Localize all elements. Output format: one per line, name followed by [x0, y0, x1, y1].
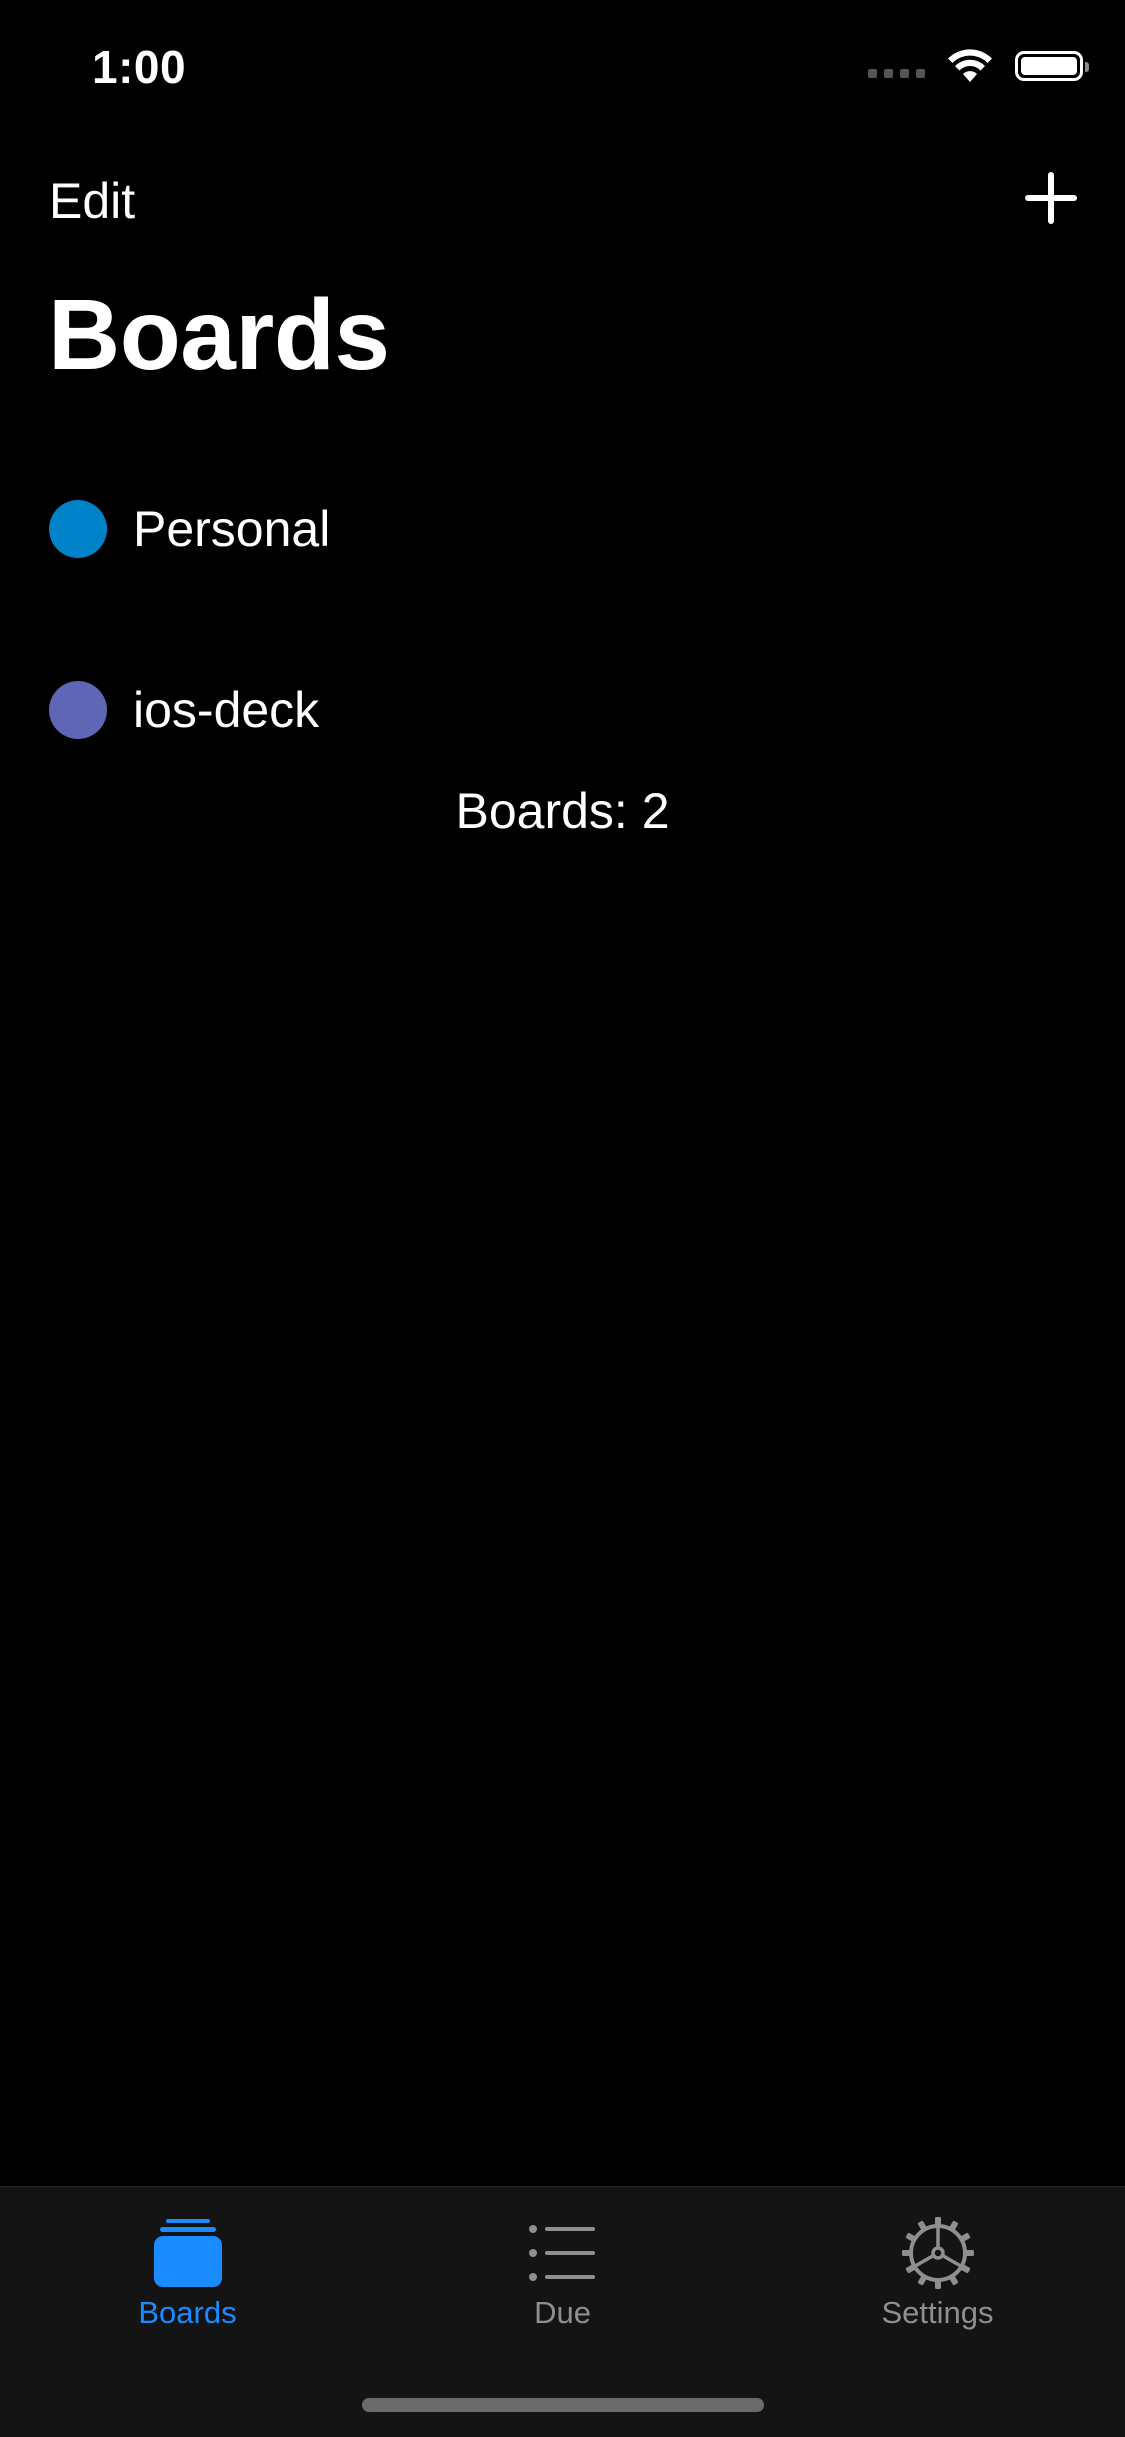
status-bar: 1:00: [0, 0, 1125, 140]
boards-count: Boards: 2: [455, 783, 670, 839]
tab-bar: Boards Due Settings: [0, 2186, 1125, 2437]
page-title: Boards: [48, 279, 390, 391]
cellular-signal-icon: [868, 68, 925, 78]
board-color-dot: [49, 499, 107, 558]
board-row-personal[interactable]: Personal: [0, 438, 1125, 619]
tab-label: Settings: [881, 2295, 994, 2330]
board-row-ios-deck[interactable]: ios-deck: [0, 619, 1125, 800]
tab-label: Due: [534, 2295, 591, 2330]
tab-settings[interactable]: Settings: [750, 2187, 1125, 2337]
tab-due[interactable]: Due: [375, 2187, 750, 2337]
battery-icon: [1015, 51, 1089, 81]
board-list: Personal ios-deck: [0, 438, 1125, 800]
home-indicator: [362, 2398, 764, 2412]
tab-boards[interactable]: Boards: [0, 2187, 375, 2337]
boards-stack-icon: [152, 2215, 224, 2291]
gear-icon: [901, 2215, 975, 2291]
list-icon: [528, 2215, 597, 2291]
add-board-button[interactable]: [1023, 170, 1079, 226]
tab-label: Boards: [138, 2295, 237, 2330]
edit-button[interactable]: Edit: [49, 172, 135, 230]
status-indicators: [868, 48, 1089, 84]
board-color-dot: [49, 680, 107, 739]
board-label: Personal: [133, 500, 331, 557]
board-label: ios-deck: [133, 681, 320, 738]
wifi-icon: [948, 49, 992, 82]
status-time: 1:00: [92, 41, 187, 93]
plus-icon: [1025, 172, 1077, 224]
